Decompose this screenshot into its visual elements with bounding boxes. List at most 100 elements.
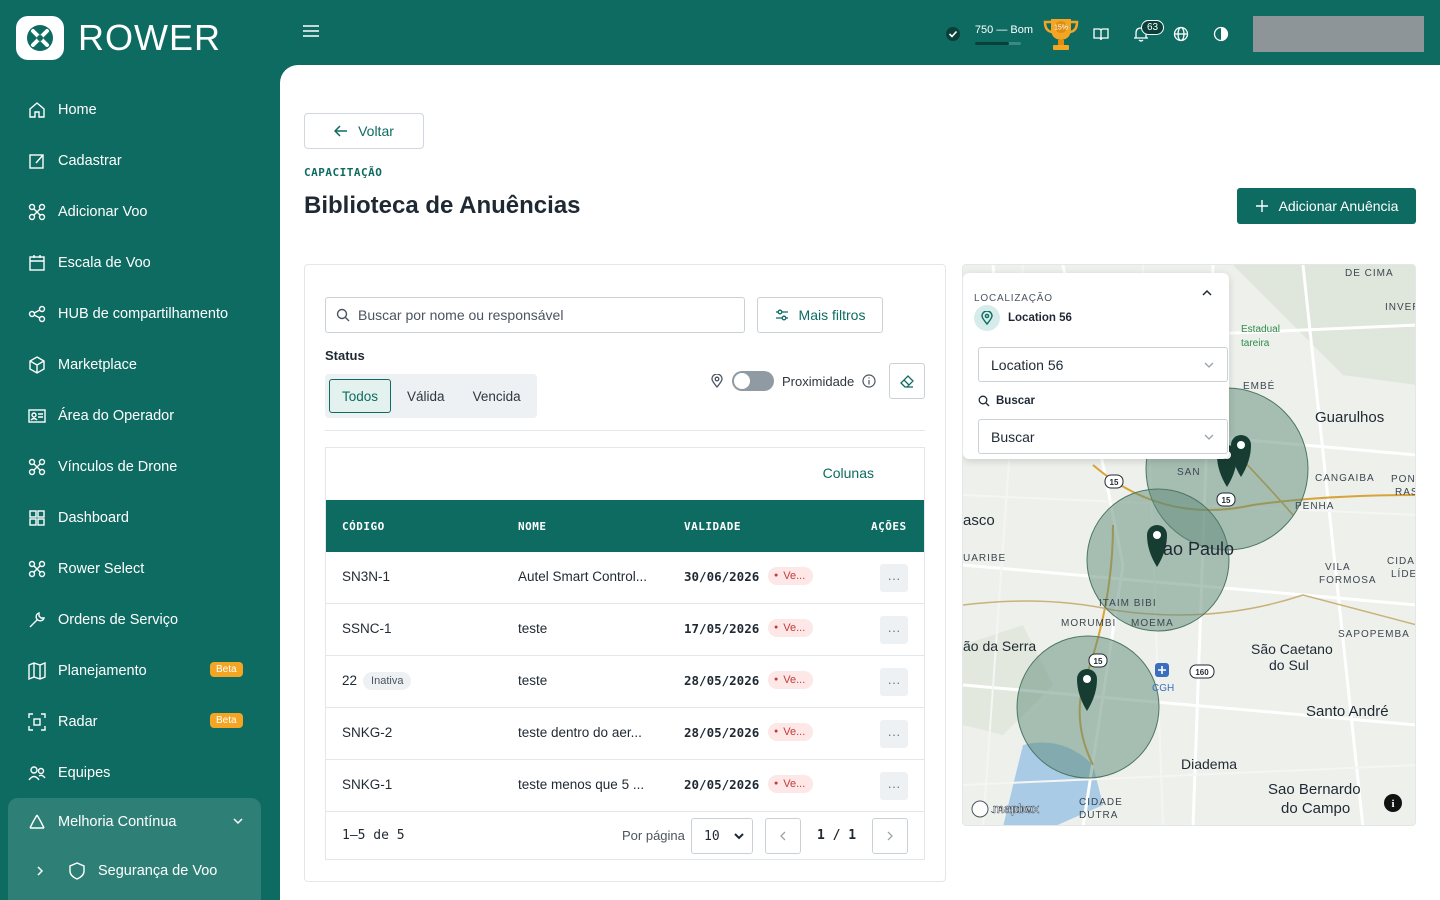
- radar-icon: [28, 712, 46, 731]
- pagination-range: 1–5 de 5: [342, 828, 405, 843]
- row-code: SNKG-2: [342, 725, 393, 740]
- sliders-icon: [775, 308, 789, 322]
- svg-text:asco: asco: [963, 512, 995, 529]
- row-actions-button[interactable]: ···: [880, 772, 908, 800]
- id-card-icon: [28, 407, 46, 425]
- sidebar-item-seguranca-voo[interactable]: Segurança de Voo: [34, 862, 217, 880]
- chevron-down-icon: [231, 814, 245, 832]
- search-input[interactable]: Buscar por nome ou responsável: [325, 297, 745, 333]
- row-actions-button[interactable]: ···: [880, 668, 908, 696]
- location-pin-icon: [974, 305, 1000, 331]
- row-actions-button[interactable]: ···: [880, 616, 908, 644]
- home-icon: [28, 101, 46, 119]
- map-info-icon[interactable]: i: [1384, 794, 1402, 812]
- sidebar-item-ordens-servico[interactable]: Ordens de Serviço: [0, 594, 280, 645]
- svg-text:FORMOSA: FORMOSA: [1319, 575, 1377, 586]
- status-option-valida[interactable]: Válida: [395, 379, 457, 413]
- svg-text:CGH: CGH: [1152, 683, 1174, 694]
- sidebar-item-dashboard[interactable]: Dashboard: [0, 492, 280, 543]
- svg-text:SAN: SAN: [1177, 467, 1201, 478]
- sidebar-item-marketplace[interactable]: Marketplace: [0, 339, 280, 390]
- header-validade[interactable]: VALIDADE: [684, 520, 741, 533]
- svg-text:DE CIMA: DE CIMA: [1345, 268, 1394, 279]
- table-row[interactable]: 22 Inativa teste 28/05/2026 Ve... ···: [326, 656, 924, 708]
- location-select[interactable]: Location 56: [978, 347, 1228, 382]
- sidebar-item-cadastrar[interactable]: Cadastrar: [0, 135, 280, 186]
- svg-text:INVERN: INVERN: [1385, 302, 1416, 313]
- drone-logo-icon: [16, 16, 64, 60]
- trophy-icon: 15%: [1043, 19, 1079, 50]
- sidebar-item-home[interactable]: Home: [0, 84, 280, 135]
- book-button[interactable]: [1081, 26, 1121, 42]
- location-pin-icon: [710, 374, 724, 388]
- info-icon[interactable]: [862, 374, 876, 388]
- svg-text:Sao Bernardo: Sao Bernardo: [1268, 781, 1361, 798]
- svg-text:EMBÉ: EMBÉ: [1243, 379, 1275, 392]
- chevron-right-icon: [34, 865, 46, 877]
- sidebar-item-area-operador[interactable]: Área do Operador: [0, 390, 280, 441]
- svg-text:São Caetano: São Caetano: [1251, 641, 1333, 657]
- sidebar-item-vinculos-drone[interactable]: Vínculos de Drone: [0, 441, 280, 492]
- box-icon: [28, 355, 46, 374]
- language-button[interactable]: [1161, 26, 1201, 42]
- next-page-button[interactable]: [872, 818, 908, 854]
- airport-icon: [1155, 663, 1169, 677]
- row-name: teste menos que 5 ...: [518, 777, 645, 792]
- sidebar-item-equipes[interactable]: Equipes: [0, 747, 280, 798]
- user-menu[interactable]: [1253, 16, 1424, 52]
- sidebar-item-escala-de-voo[interactable]: Escala de Voo: [0, 237, 280, 288]
- map-search-select[interactable]: Buscar: [978, 419, 1228, 454]
- svg-text:Santo André: Santo André: [1306, 703, 1389, 720]
- grid-icon: [28, 509, 46, 527]
- location-panel: LOCALIZAÇÃO Location 56 Location 56 Busc…: [963, 273, 1229, 459]
- more-filters-button[interactable]: Mais filtros: [757, 297, 883, 333]
- sidebar-item-hub[interactable]: HUB de compartilhamento: [0, 288, 280, 339]
- svg-text:PENHA: PENHA: [1295, 501, 1334, 512]
- menu-icon[interactable]: [302, 22, 320, 45]
- wrench-icon: [28, 611, 46, 629]
- row-code: SSNC-1: [342, 621, 392, 636]
- search-placeholder: Buscar por nome ou responsável: [358, 307, 564, 323]
- row-actions-button[interactable]: ···: [880, 720, 908, 748]
- status-option-vencida[interactable]: Vencida: [461, 379, 533, 413]
- svg-text:MOEMA: MOEMA: [1131, 618, 1174, 629]
- anuencias-table: Colunas CÓDIGO NOME VALIDADE AÇÕES SN3N-…: [325, 447, 925, 860]
- per-page-select[interactable]: 10: [691, 818, 753, 854]
- trophy-button[interactable]: 15%: [1041, 15, 1081, 53]
- table-row[interactable]: SSNC-1 teste 17/05/2026 Ve... ···: [326, 604, 924, 656]
- mapbox-logo: mapbox: [971, 800, 1040, 818]
- svg-text:RAS: RAS: [1395, 487, 1416, 498]
- header-codigo[interactable]: CÓDIGO: [342, 520, 385, 533]
- row-actions-button[interactable]: ···: [880, 564, 908, 592]
- theme-toggle[interactable]: [1201, 26, 1241, 42]
- svg-text:Diadema: Diadema: [1181, 756, 1237, 772]
- clear-filters-button[interactable]: [889, 363, 925, 399]
- sidebar-item-planejamento[interactable]: Planejamento Beta: [0, 645, 280, 696]
- status-segmented: Todos Válida Vencida: [325, 374, 537, 418]
- collapse-icon[interactable]: [1201, 287, 1213, 299]
- columns-link[interactable]: Colunas: [823, 465, 874, 481]
- app-logo[interactable]: ROWER: [16, 16, 221, 60]
- map-view[interactable]: DE CIMA INVERN Estadual tareira EMBÉ Gua…: [962, 264, 1416, 826]
- proximity-toggle[interactable]: [732, 371, 774, 391]
- table-row[interactable]: SNKG-1 teste menos que 5 ... 20/05/2026 …: [326, 760, 924, 812]
- status-option-todos[interactable]: Todos: [329, 379, 392, 413]
- svg-text:PON: PON: [1391, 474, 1416, 485]
- search-icon: [978, 395, 990, 407]
- header-nome[interactable]: NOME: [518, 520, 547, 533]
- sidebar-item-adicionar-voo[interactable]: Adicionar Voo: [0, 186, 280, 237]
- chevron-right-icon: [887, 831, 893, 841]
- sidebar-item-rower-select[interactable]: Rower Select: [0, 543, 280, 594]
- chevron-down-icon: [1203, 359, 1215, 371]
- chevron-left-icon: [780, 831, 786, 841]
- sidebar-item-radar[interactable]: Radar Beta: [0, 696, 280, 747]
- table-row[interactable]: SNKG-2 teste dentro do aer... 28/05/2026…: [326, 708, 924, 760]
- svg-text:ao Paulo: ao Paulo: [1163, 539, 1234, 559]
- sidebar-item-melhoria-continua[interactable]: Melhoria Contínua: [8, 798, 261, 846]
- table-row[interactable]: SN3N-1 Autel Smart Control... 30/06/2026…: [326, 552, 924, 604]
- prev-page-button[interactable]: [765, 818, 801, 854]
- svg-text:VILA: VILA: [1325, 562, 1351, 573]
- back-button[interactable]: Voltar: [304, 113, 424, 149]
- add-anuencia-button[interactable]: Adicionar Anuência: [1237, 188, 1416, 224]
- notifications-button[interactable]: 63: [1121, 20, 1165, 42]
